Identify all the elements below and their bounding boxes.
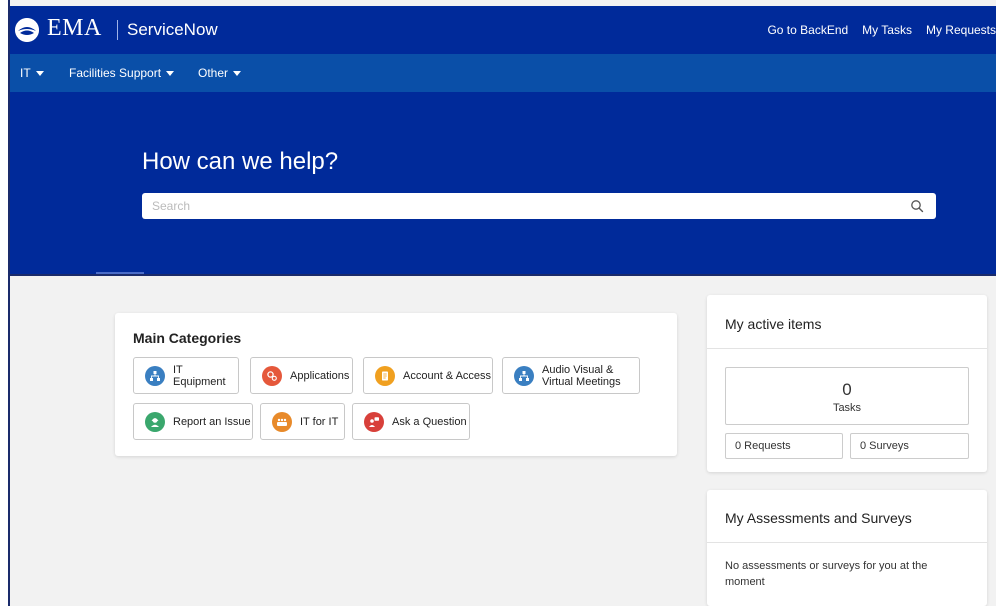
team-icon xyxy=(272,411,292,432)
requests-widget[interactable]: 0 Requests xyxy=(725,433,843,459)
link-go-to-backend[interactable]: Go to BackEnd xyxy=(767,23,848,37)
hero-bottom-border xyxy=(9,274,996,276)
search-box xyxy=(142,193,936,219)
network-icon xyxy=(145,365,165,386)
nav-menu-it[interactable]: IT xyxy=(20,66,44,80)
brand-separator xyxy=(117,20,118,40)
people-question-icon xyxy=(364,411,384,432)
network-icon xyxy=(514,365,534,386)
category-navbar: IT Facilities Support Other xyxy=(9,54,996,92)
category-it-equipment[interactable]: IT Equipment xyxy=(133,357,239,394)
category-report-issue[interactable]: Report an Issue xyxy=(133,403,253,440)
category-account-access[interactable]: Account & Access xyxy=(363,357,493,394)
brand-name[interactable]: EMA xyxy=(47,15,102,42)
assessments-panel: My Assessments and Surveys No assessment… xyxy=(707,490,987,606)
assessments-empty-message: No assessments or surveys for you at the… xyxy=(725,560,928,588)
top-links: Go to BackEnd My Tasks My Requests xyxy=(767,23,996,37)
active-items-title: My active items xyxy=(725,316,822,332)
caret-down-icon xyxy=(35,71,44,77)
category-it-for-it[interactable]: IT for IT xyxy=(260,403,345,440)
nav-menu-facilities[interactable]: Facilities Support xyxy=(69,66,175,80)
panel-divider xyxy=(707,542,987,543)
surveys-widget[interactable]: 0 Surveys xyxy=(850,433,969,459)
top-header: EMA ServiceNow Go to BackEnd My Tasks My… xyxy=(9,6,996,54)
caret-down-icon xyxy=(233,71,242,77)
category-label-line1: Audio Visual & xyxy=(542,363,614,376)
left-edge-line xyxy=(8,0,10,606)
document-icon xyxy=(375,365,395,386)
category-applications[interactable]: Applications xyxy=(250,357,353,394)
ema-logo-icon[interactable] xyxy=(15,18,39,42)
app-name[interactable]: ServiceNow xyxy=(127,20,218,40)
nav-menu-label: IT xyxy=(20,66,31,80)
category-label: IT Equipment xyxy=(173,363,226,388)
gears-icon xyxy=(262,365,282,386)
tasks-label: Tasks xyxy=(832,402,862,414)
active-items-panel: My active items 0 Tasks 0 Requests 0 Sur… xyxy=(707,295,987,472)
link-my-requests[interactable]: My Requests xyxy=(926,23,996,37)
caret-down-icon xyxy=(166,71,175,77)
left-edge xyxy=(0,0,8,606)
support-agent-icon xyxy=(145,411,165,432)
search-input[interactable] xyxy=(142,193,902,219)
tasks-count: 0 xyxy=(842,380,852,399)
category-label: Report an Issue xyxy=(173,415,251,428)
category-label: Account & Access xyxy=(403,369,492,382)
hero-banner: How can we help? xyxy=(9,92,996,274)
assessments-title: My Assessments and Surveys xyxy=(725,510,912,526)
category-ask-question[interactable]: Ask a Question xyxy=(352,403,470,440)
main-categories-card: Main Categories IT Equipment Application… xyxy=(115,313,677,456)
nav-menu-label: Other xyxy=(198,66,229,80)
nav-menu-other[interactable]: Other xyxy=(198,66,242,80)
search-icon[interactable] xyxy=(910,199,924,213)
category-label: Ask a Question xyxy=(392,415,467,428)
tasks-widget[interactable]: 0 Tasks xyxy=(725,367,969,425)
nav-menu-label: Facilities Support xyxy=(69,66,162,80)
category-audio-visual[interactable]: Audio Visual & Virtual Meetings xyxy=(502,357,640,394)
hero-title: How can we help? xyxy=(142,148,339,175)
link-my-tasks[interactable]: My Tasks xyxy=(862,23,912,37)
category-label-line2: Virtual Meetings xyxy=(542,375,621,388)
category-label: Audio Visual & Virtual Meetings xyxy=(542,364,621,388)
main-categories-title: Main Categories xyxy=(133,330,242,346)
category-label: Applications xyxy=(290,369,350,382)
category-label: IT for IT xyxy=(300,415,339,428)
panel-divider xyxy=(707,348,987,349)
